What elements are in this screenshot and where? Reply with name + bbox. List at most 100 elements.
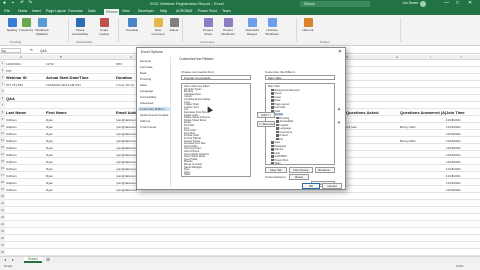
cell[interactable]: 11/18/2021 — [446, 167, 461, 171]
checkbox-icon[interactable] — [271, 141, 274, 144]
new-tab-button[interactable]: New Tab — [265, 167, 287, 173]
tab-data[interactable]: Data — [88, 9, 95, 13]
tab-view[interactable]: View — [122, 9, 130, 13]
checkbox-icon[interactable] — [271, 95, 274, 99]
row-number[interactable]: 5 — [0, 88, 5, 95]
cell[interactable]: Ryan — [46, 160, 53, 164]
cell[interactable]: 11/18/2021 — [446, 160, 461, 164]
column-header[interactable]: H — [396, 55, 398, 59]
commands-list[interactable]: Add or Remove Filters All Chart Types... B… — [181, 83, 251, 177]
tab-home[interactable]: Home — [18, 9, 27, 13]
tab-page-layout[interactable]: Page Layout — [46, 9, 66, 13]
new-comment-button[interactable]: New Comment — [150, 18, 166, 36]
cell[interactable]: Duration — [116, 75, 132, 80]
checkbox-icon[interactable] — [276, 127, 279, 130]
nav-quick-access-toolbar[interactable]: Quick Access Toolbar — [140, 113, 169, 117]
cell[interactable]: Ryan — [46, 139, 53, 143]
row-number[interactable]: 18 — [0, 179, 5, 186]
translate-button[interactable]: Translate — [124, 18, 140, 32]
avatar[interactable] — [420, 1, 426, 7]
checkbox-icon[interactable] — [271, 162, 274, 164]
customize-ribbon-select[interactable]: Main Tabs — [265, 75, 335, 80]
cancel-button[interactable]: Cancel — [322, 183, 342, 189]
add-button[interactable]: Add >> — [257, 112, 275, 118]
nav-add-ins[interactable]: Add-ins — [140, 119, 150, 123]
cell[interactable]: ryan@datanova — [116, 132, 137, 136]
checkbox-icon[interactable] — [271, 148, 274, 151]
cell[interactable]: ryan@datanova — [116, 188, 137, 192]
row-number[interactable]: 4 — [0, 81, 5, 88]
row-number[interactable]: 25 — [0, 228, 5, 235]
cell[interactable]: Sullivan — [6, 139, 17, 143]
sheet-nav-left-icon[interactable]: ◂ — [4, 257, 6, 262]
tab-help[interactable]: Help — [160, 9, 167, 13]
thesaurus-button[interactable]: Thesaurus — [18, 18, 34, 32]
cell[interactable]: Ryan — [46, 132, 53, 136]
cell[interactable]: ryan@datanova — [116, 139, 137, 143]
checkbox-icon[interactable] — [271, 106, 274, 109]
nav-formulas[interactable]: Formulas — [140, 65, 153, 69]
column-header[interactable]: G — [346, 55, 348, 59]
row-number[interactable]: 3 — [0, 74, 5, 81]
cell[interactable]: Ryan — [46, 118, 53, 122]
move-up-icon[interactable]: ▲ — [337, 106, 341, 111]
cell[interactable]: Webinar ID — [6, 75, 27, 80]
protect-sheet-button[interactable]: Protect Sheet — [200, 18, 216, 36]
checkbox-icon[interactable] — [271, 99, 274, 102]
tab-file[interactable]: File — [4, 9, 10, 13]
checkbox-icon[interactable] — [276, 130, 279, 134]
formula-input[interactable]: Q&A — [40, 49, 47, 53]
tab-team[interactable]: Team — [222, 9, 231, 13]
tab-insert[interactable]: Insert — [32, 9, 41, 13]
cell[interactable]: Sullivan — [6, 167, 17, 171]
column-header[interactable]: A — [20, 55, 22, 59]
unshare-workbook-button[interactable]: Unshare Workbook — [264, 18, 280, 36]
move-down-icon[interactable]: ▼ — [337, 120, 341, 125]
cell[interactable]: 11/18/2021 — [446, 146, 461, 150]
function-icon[interactable]: fx — [30, 48, 33, 52]
new-group-button[interactable]: New Group — [289, 167, 313, 173]
ribbon-tab-tree-item[interactable]: Team — [271, 162, 281, 164]
row-number[interactable]: 6 — [0, 95, 5, 102]
cell[interactable]: Join Time — [446, 110, 465, 115]
cell[interactable]: 11/18/2021 — [446, 153, 461, 157]
autosave-icon[interactable]: ● — [3, 1, 6, 6]
reset-button[interactable]: Reset — [289, 174, 309, 180]
delete-button[interactable]: Delete — [166, 18, 182, 32]
search-box[interactable]: Search — [300, 1, 370, 7]
tab-power-pivot[interactable]: Power Pivot — [198, 9, 217, 13]
save-icon[interactable]: ▪ — [12, 1, 14, 6]
cell[interactable]: First Name — [46, 110, 67, 115]
smart-lookup-button[interactable]: Smart Lookup — [96, 18, 112, 36]
row-number[interactable]: 24 — [0, 221, 5, 228]
sheet-nav-right-icon[interactable]: ▸ — [12, 257, 14, 262]
row-number[interactable]: 28 — [0, 249, 5, 256]
row-number[interactable]: 23 — [0, 214, 5, 221]
nav-proofing[interactable]: Proofing — [140, 77, 151, 81]
cell[interactable]: ryan@datanova — [116, 160, 137, 164]
cell[interactable]: Sullivan — [6, 125, 17, 129]
cell[interactable]: 11/18/2021 08:41 AM PST — [46, 83, 81, 87]
ok-button[interactable]: OK — [302, 183, 320, 189]
row-number[interactable]: 10 — [0, 123, 5, 130]
cell[interactable]: Questions Answered (A) — [400, 110, 446, 115]
choose-commands-select[interactable]: Popular Commands — [181, 75, 251, 80]
row-number[interactable]: 21 — [0, 200, 5, 207]
row-number[interactable]: 16 — [0, 165, 5, 172]
cell[interactable]: Sullivan — [6, 181, 17, 185]
checkbox-icon[interactable] — [271, 155, 274, 158]
cell[interactable]: 1 hour 10 min — [116, 83, 134, 87]
nav-language[interactable]: Language — [140, 89, 153, 93]
cell[interactable]: Sullivan — [6, 146, 17, 150]
column-header[interactable]: B — [60, 55, 62, 59]
protect-workbook-button[interactable]: Protect Workbook — [220, 18, 236, 36]
cell[interactable]: Bonny Allen — [400, 139, 416, 143]
row-number[interactable]: 8 — [0, 109, 5, 116]
cell[interactable]: 877-751-551 — [6, 83, 23, 87]
cell[interactable]: Ryan — [46, 174, 53, 178]
cell[interactable]: Ryan — [46, 146, 53, 150]
cell[interactable]: 11/18/2021 — [446, 174, 461, 178]
cell[interactable]: ryan@datanova — [116, 167, 137, 171]
remove-button[interactable]: << Remove — [257, 121, 275, 127]
cell[interactable]: 11/18/2021 — [446, 188, 461, 192]
